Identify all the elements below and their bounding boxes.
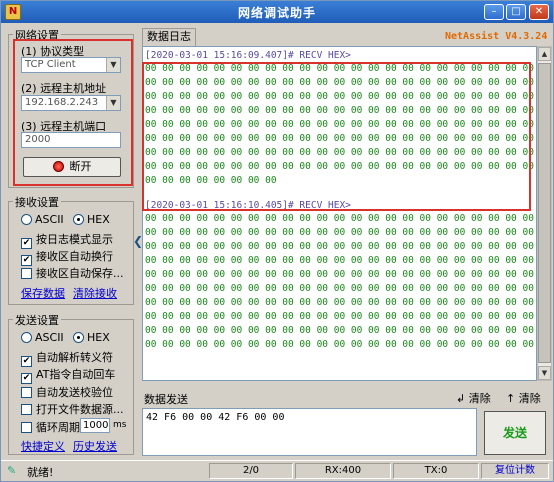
- send-area-label: 数据发送: [144, 393, 188, 406]
- loop-period-label: 循环周期: [36, 421, 80, 434]
- rx-counter: RX:400: [295, 463, 391, 479]
- send-hex-radio[interactable]: HEX: [73, 331, 110, 344]
- window-title: 网络调试助手: [237, 6, 316, 20]
- log-scrollbar[interactable]: ▲ ▼: [537, 46, 552, 381]
- log-hex-line: 00 00 00 00 00 00 00 00 00 00 00 00 00 0…: [145, 311, 537, 322]
- host-value: 192.168.2.243: [25, 97, 99, 108]
- log-hex-line: 00 00 00 00 00 00 00 00 00 00 00 00 00 0…: [145, 283, 537, 294]
- send-ascii-radio[interactable]: ASCII: [21, 331, 64, 344]
- clear-arrow-icon: ↲: [456, 392, 466, 405]
- host-label: (2) 远程主机地址: [21, 82, 107, 95]
- send-button[interactable]: 发送: [484, 411, 546, 455]
- tab-data-log[interactable]: 数据日志: [142, 28, 196, 46]
- send-settings-title: 发送设置: [13, 312, 61, 328]
- log-hex-line: 00 00 00 00 00 00 00 00 00 00 00 00 00 0…: [145, 255, 537, 266]
- loop-unit-label: ms: [113, 420, 127, 430]
- clear-history-label: 清除: [468, 392, 491, 405]
- log-hex-line: 00 00 00 00 00 00 00 00 00 00 00 00 00 0…: [145, 297, 537, 308]
- file-source-label: 打开文件数据源...: [36, 403, 124, 416]
- scroll-thumb[interactable]: [538, 63, 551, 363]
- connection-led-icon: [52, 161, 64, 172]
- auto-newline-label: 接收区自动换行: [36, 250, 113, 263]
- clear-send-button[interactable]: ↑ 清除: [506, 390, 541, 406]
- at-cr-label: AT指令自动回车: [36, 368, 116, 381]
- status-bar: ✎ 就绪! 2/0 RX:400 TX:0 复位计数: [1, 460, 553, 481]
- checkbox-empty-icon: [21, 404, 32, 415]
- auto-newline-checkbox[interactable]: ✔ 接收区自动换行: [21, 248, 113, 266]
- save-to-file-label: 接收区自动保存...: [36, 267, 124, 280]
- clear-send-label: 清除: [518, 392, 541, 405]
- radio-selected-icon: [73, 332, 84, 343]
- file-source-checkbox[interactable]: 打开文件数据源...: [21, 401, 124, 417]
- recv-settings-title: 接收设置: [13, 194, 61, 210]
- clear-history-button[interactable]: ↲ 清除: [456, 390, 491, 406]
- protocol-value: TCP Client: [25, 59, 76, 70]
- recv-hex-radio[interactable]: HEX: [73, 213, 110, 226]
- log-hex-line: 00 00 00 00 00 00 00 00 00 00 00 00 00 0…: [145, 325, 537, 336]
- scroll-up-icon[interactable]: ▲: [538, 47, 551, 61]
- log-hex-line: 00 00 00 00 00 00 00 00 00 00 00 00 00 0…: [145, 241, 537, 252]
- minimize-button[interactable]: –: [484, 4, 504, 20]
- host-select[interactable]: 192.168.2.243 ▼: [21, 95, 121, 111]
- chevron-down-icon[interactable]: ▼: [106, 58, 120, 72]
- checkbox-empty-icon: [21, 387, 32, 398]
- checkbox-empty-icon: [21, 422, 32, 433]
- clear-recv-link[interactable]: 清除接收: [73, 285, 117, 301]
- shortcut-link[interactable]: 快捷定义: [21, 438, 65, 454]
- loop-checkbox[interactable]: 循环周期: [21, 419, 80, 435]
- recv-ascii-label: ASCII: [35, 213, 64, 226]
- save-data-link[interactable]: 保存数据: [21, 285, 65, 301]
- disconnect-button[interactable]: 断开: [23, 157, 121, 177]
- at-cr-checkbox[interactable]: ✔ AT指令自动回车: [21, 366, 115, 384]
- history-link[interactable]: 历史发送: [73, 438, 117, 454]
- recv-ascii-radio[interactable]: ASCII: [21, 213, 64, 226]
- log-hex-line: 00 00 00 00 00 00 00 00 00 00 00 00 00 0…: [145, 269, 537, 280]
- log-entry-header: [2020-03-01 15:16:09.407]# RECV HEX>: [145, 50, 351, 61]
- tx-counter: TX:0: [393, 463, 479, 479]
- highlight-box-log: [142, 62, 531, 211]
- radio-icon: [21, 332, 32, 343]
- port-input[interactable]: 2000: [21, 132, 121, 148]
- log-mode-label: 按日志模式显示: [36, 233, 113, 246]
- auto-checksum-label: 自动发送校验位: [36, 386, 113, 399]
- radio-icon: [21, 214, 32, 225]
- log-entry: [2020-03-01 15:16:10.405]# RECV HEX> 00 0…: [143, 197, 536, 352]
- recv-hex-label: HEX: [87, 213, 110, 226]
- chevron-down-icon[interactable]: ▼: [106, 96, 120, 110]
- scroll-down-icon[interactable]: ▼: [538, 366, 551, 380]
- protocol-select[interactable]: TCP Client ▼: [21, 57, 121, 73]
- send-ascii-label: ASCII: [35, 331, 64, 344]
- maximize-button[interactable]: □: [506, 4, 526, 20]
- app-window: N 网络调试助手 – □ ✕ 网络设置 (1) 协议类型 TCP Client ▼…: [0, 0, 554, 482]
- reset-counter-button[interactable]: 复位计数: [481, 463, 549, 479]
- log-mode-checkbox[interactable]: ✔ 按日志模式显示: [21, 231, 113, 249]
- checkbox-empty-icon: [21, 268, 32, 279]
- auto-checksum-checkbox[interactable]: 自动发送校验位: [21, 384, 113, 400]
- auto-escape-label: 自动解析转义符: [36, 351, 113, 364]
- status-counter: 2/0: [209, 463, 293, 479]
- log-hex-line: 00 00 00 00 00 00 00 00 00 00 00 00 00 0…: [145, 227, 537, 238]
- send-hex-label: HEX: [87, 331, 110, 344]
- brand-label[interactable]: NetAssist V4.3.24: [445, 31, 547, 42]
- status-text: 就绪!: [27, 466, 54, 479]
- clear-up-arrow-icon: ↑: [506, 392, 516, 405]
- check-icon: ✔: [21, 373, 32, 384]
- disconnect-label: 断开: [69, 160, 92, 173]
- radio-selected-icon: [73, 214, 84, 225]
- log-hex-line: 00 00 00 00 00 00 00 00 00 00 00 00 00 0…: [145, 339, 537, 350]
- auto-escape-checkbox[interactable]: ✔ 自动解析转义符: [21, 349, 113, 367]
- send-input[interactable]: 42 F6 00 00 42 F6 00 00: [142, 408, 477, 456]
- loop-period-input[interactable]: 1000: [80, 418, 110, 433]
- save-to-file-checkbox[interactable]: 接收区自动保存...: [21, 265, 124, 281]
- close-button[interactable]: ✕: [529, 4, 549, 20]
- title-bar[interactable]: N 网络调试助手 – □ ✕: [1, 1, 553, 23]
- status-icon: ✎: [7, 464, 17, 477]
- log-hex-line: 00 00 00 00 00 00 00 00 00 00 00 00 00 0…: [145, 213, 537, 224]
